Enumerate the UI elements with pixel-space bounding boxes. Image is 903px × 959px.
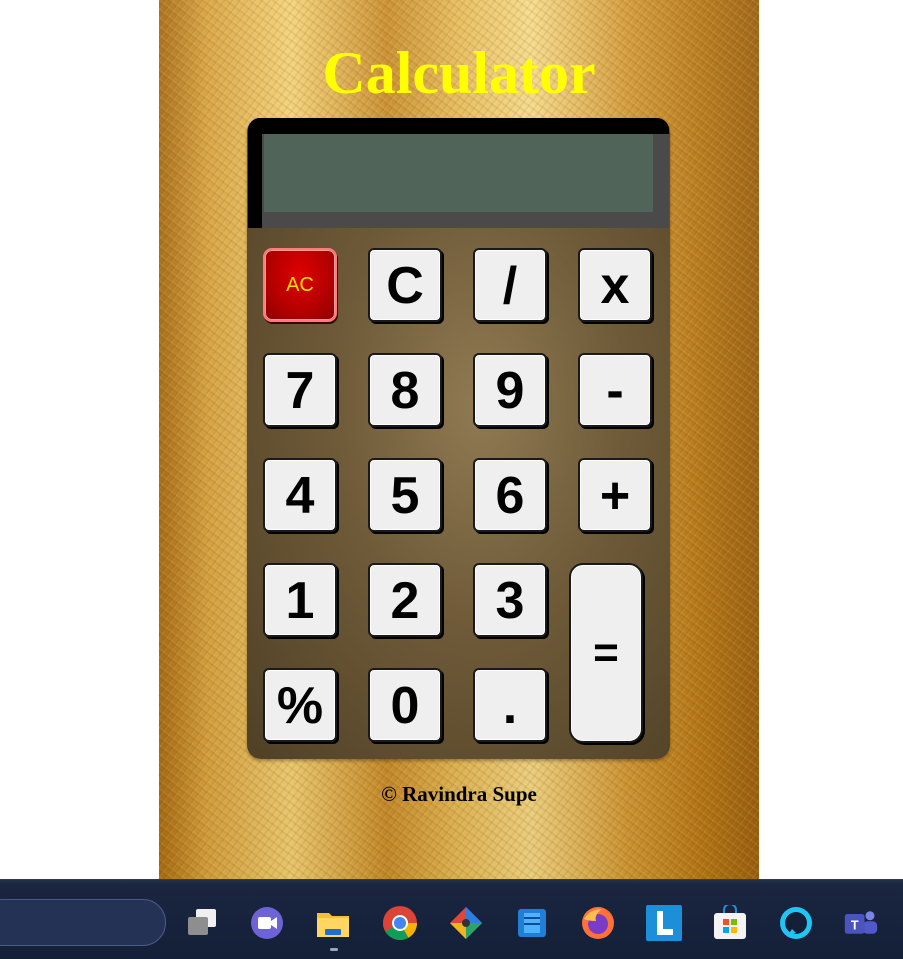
copyright-text: © Ravindra Supe <box>381 782 537 806</box>
multiply-button[interactable]: x <box>578 248 652 322</box>
chat-icon[interactable] <box>249 905 285 941</box>
equals-button[interactable]: = <box>569 563 643 743</box>
digit-9-button[interactable]: 9 <box>473 353 547 427</box>
percent-button[interactable]: % <box>263 668 337 742</box>
clear-button[interactable]: C <box>368 248 442 322</box>
microsoft-store-icon[interactable] <box>712 905 748 941</box>
alexa-icon[interactable] <box>778 905 814 941</box>
decimal-point-button[interactable]: . <box>473 668 547 742</box>
page-title: Calculator <box>322 40 596 106</box>
digit-6-button[interactable]: 6 <box>473 458 547 532</box>
running-indicator <box>330 948 338 951</box>
digit-7-button[interactable]: 7 <box>263 353 337 427</box>
all-clear-button[interactable]: AC <box>263 248 337 322</box>
digit-0-button[interactable]: 0 <box>368 668 442 742</box>
svg-text:T: T <box>851 918 859 932</box>
snip-tool-icon[interactable] <box>448 905 484 941</box>
file-explorer-icon[interactable] <box>315 905 351 941</box>
digit-1-button[interactable]: 1 <box>263 563 337 637</box>
teams-icon[interactable]: T <box>843 905 879 941</box>
firefox-icon[interactable] <box>580 905 616 941</box>
plus-button[interactable]: + <box>578 458 652 532</box>
digit-3-button[interactable]: 3 <box>473 563 547 637</box>
calculator-display <box>264 134 653 212</box>
task-view-icon[interactable] <box>184 905 220 941</box>
digit-2-button[interactable]: 2 <box>368 563 442 637</box>
taskbar-search-box[interactable] <box>0 899 166 946</box>
digit-4-button[interactable]: 4 <box>263 458 337 532</box>
minus-button[interactable]: - <box>578 353 652 427</box>
divide-button[interactable]: / <box>473 248 547 322</box>
l-app-icon[interactable] <box>646 905 682 941</box>
archive-app-icon[interactable] <box>514 905 550 941</box>
digit-8-button[interactable]: 8 <box>368 353 442 427</box>
chrome-icon[interactable] <box>382 905 418 941</box>
windows-taskbar: T <box>0 879 903 959</box>
digit-5-button[interactable]: 5 <box>368 458 442 532</box>
